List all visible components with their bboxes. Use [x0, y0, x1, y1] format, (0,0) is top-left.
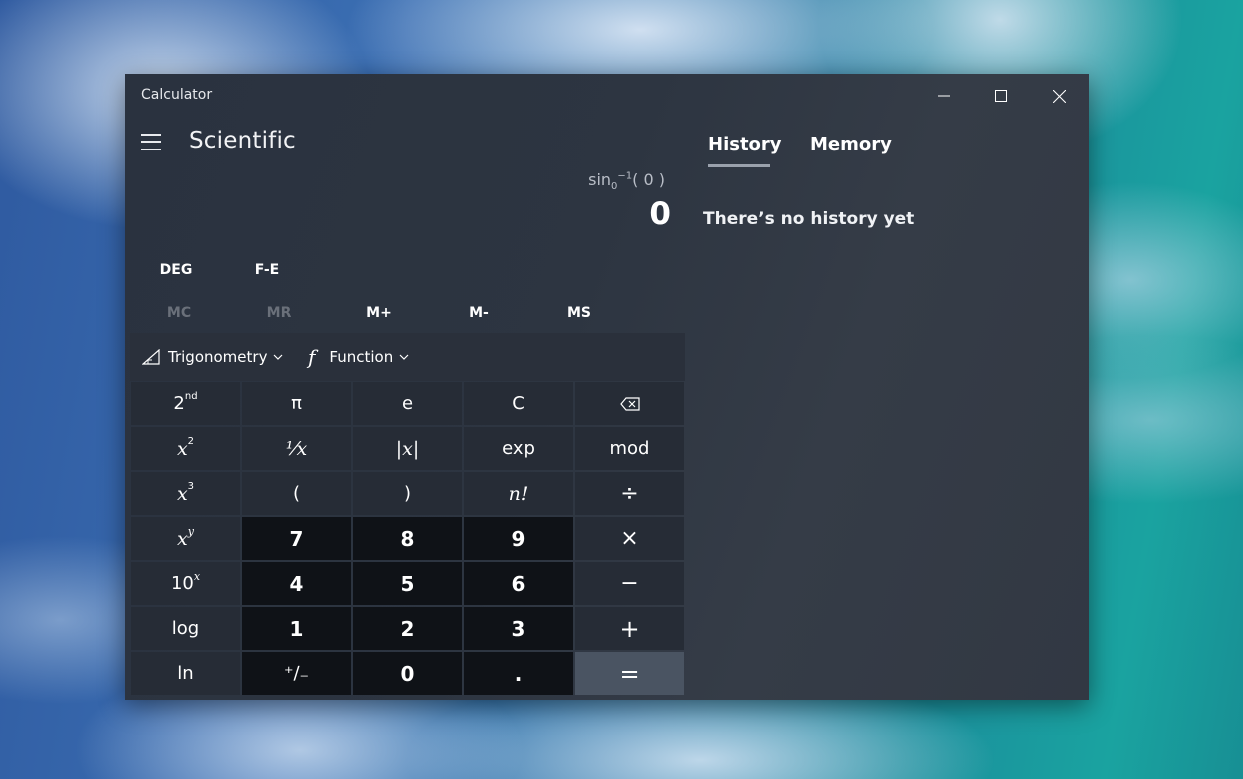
history-pane: History Memory There’s no history yet	[697, 118, 1089, 700]
expression-argument: ( 0 )	[632, 170, 665, 189]
expression-display: sin0−1( 0 )	[588, 170, 665, 192]
backspace-button[interactable]	[575, 382, 684, 425]
factorial-button[interactable]: n!	[464, 472, 573, 515]
close-button[interactable]	[1036, 74, 1082, 118]
function-label: Function	[329, 348, 394, 366]
memory-store-button[interactable]: MS	[529, 297, 629, 329]
left-paren-button[interactable]: (	[242, 472, 351, 515]
negate-button[interactable]: ⁺∕₋	[242, 652, 351, 695]
digit-5-button[interactable]: 5	[353, 562, 462, 605]
memory-recall-button[interactable]: MR	[229, 297, 329, 329]
digit-2-button[interactable]: 2	[353, 607, 462, 650]
keypad: 2nd π e C x2 ¹⁄x |x| exp mod x3 ( ) n! ÷…	[130, 381, 685, 696]
memory-clear-button[interactable]: MC	[129, 297, 229, 329]
log-button[interactable]: log	[131, 607, 240, 650]
exp-button[interactable]: exp	[464, 427, 573, 470]
digit-0-button[interactable]: 0	[353, 652, 462, 695]
chevron-down-icon	[274, 354, 283, 360]
digit-4-button[interactable]: 4	[242, 562, 351, 605]
window-title: Calculator	[141, 87, 213, 103]
function-f-icon: f	[308, 345, 316, 369]
ten-power-button[interactable]: 10 x	[131, 562, 240, 605]
subtract-button[interactable]: −	[575, 562, 684, 605]
decimal-button[interactable]: .	[464, 652, 573, 695]
euler-button[interactable]: e	[353, 382, 462, 425]
expression-superscript: −1	[617, 170, 633, 182]
tab-memory[interactable]: Memory	[810, 134, 892, 168]
power-button[interactable]: xy	[131, 517, 240, 560]
digit-9-button[interactable]: 9	[464, 517, 573, 560]
natural-log-button[interactable]: ln	[131, 652, 240, 695]
memory-row: MC MR M+ M- MS	[129, 297, 685, 329]
mode-title: Scientific	[189, 128, 296, 154]
trigonometry-dropdown[interactable]: Trigonometry	[142, 333, 283, 381]
pi-button[interactable]: π	[242, 382, 351, 425]
divide-button[interactable]: ÷	[575, 472, 684, 515]
function-dropdown[interactable]: f Function	[308, 333, 409, 381]
add-button[interactable]: +	[575, 607, 684, 650]
result-display: 0	[649, 196, 671, 232]
expression-subscript: 0	[611, 181, 618, 193]
active-tab-indicator	[708, 164, 770, 167]
cube-button[interactable]: x3	[131, 472, 240, 515]
digit-7-button[interactable]: 7	[242, 517, 351, 560]
right-paren-button[interactable]: )	[353, 472, 462, 515]
expression-function: sin	[588, 170, 612, 189]
title-bar[interactable]: Calculator	[125, 74, 1089, 118]
mode-toggle-row: DEG F-E	[131, 254, 685, 286]
chevron-down-icon	[399, 354, 409, 360]
clear-button[interactable]: C	[464, 382, 573, 425]
calculator-header: Scientific	[125, 118, 685, 174]
fe-toggle-button[interactable]: F-E	[222, 254, 312, 286]
memory-add-button[interactable]: M+	[329, 297, 429, 329]
second-function-button[interactable]: 2nd	[131, 382, 240, 425]
minimize-icon	[938, 95, 950, 97]
history-empty-message: There’s no history yet	[703, 209, 915, 229]
absolute-value-button[interactable]: |x|	[353, 427, 462, 470]
maximize-icon	[995, 90, 1007, 102]
equals-button[interactable]: =	[575, 652, 684, 695]
reciprocal-button[interactable]: ¹⁄x	[242, 427, 351, 470]
digit-6-button[interactable]: 6	[464, 562, 573, 605]
close-icon	[1052, 89, 1066, 103]
minimize-button[interactable]	[921, 74, 967, 118]
maximize-button[interactable]	[978, 74, 1024, 118]
square-button[interactable]: x2	[131, 427, 240, 470]
trigonometry-label: Trigonometry	[168, 348, 268, 366]
function-dropdown-row: Trigonometry f Function	[130, 333, 685, 381]
memory-subtract-button[interactable]: M-	[429, 297, 529, 329]
calculator-window: Calculator Scientific sin0−1( 0 ) 0 DEG …	[125, 74, 1089, 700]
mod-button[interactable]: mod	[575, 427, 684, 470]
tab-history[interactable]: History	[708, 134, 782, 168]
digit-3-button[interactable]: 3	[464, 607, 573, 650]
multiply-button[interactable]: ×	[575, 517, 684, 560]
digit-1-button[interactable]: 1	[242, 607, 351, 650]
triangle-ruler-icon	[142, 349, 160, 365]
hamburger-menu-icon[interactable]	[139, 132, 163, 152]
angle-unit-button[interactable]: DEG	[131, 254, 221, 286]
backspace-icon	[619, 396, 640, 411]
digit-8-button[interactable]: 8	[353, 517, 462, 560]
